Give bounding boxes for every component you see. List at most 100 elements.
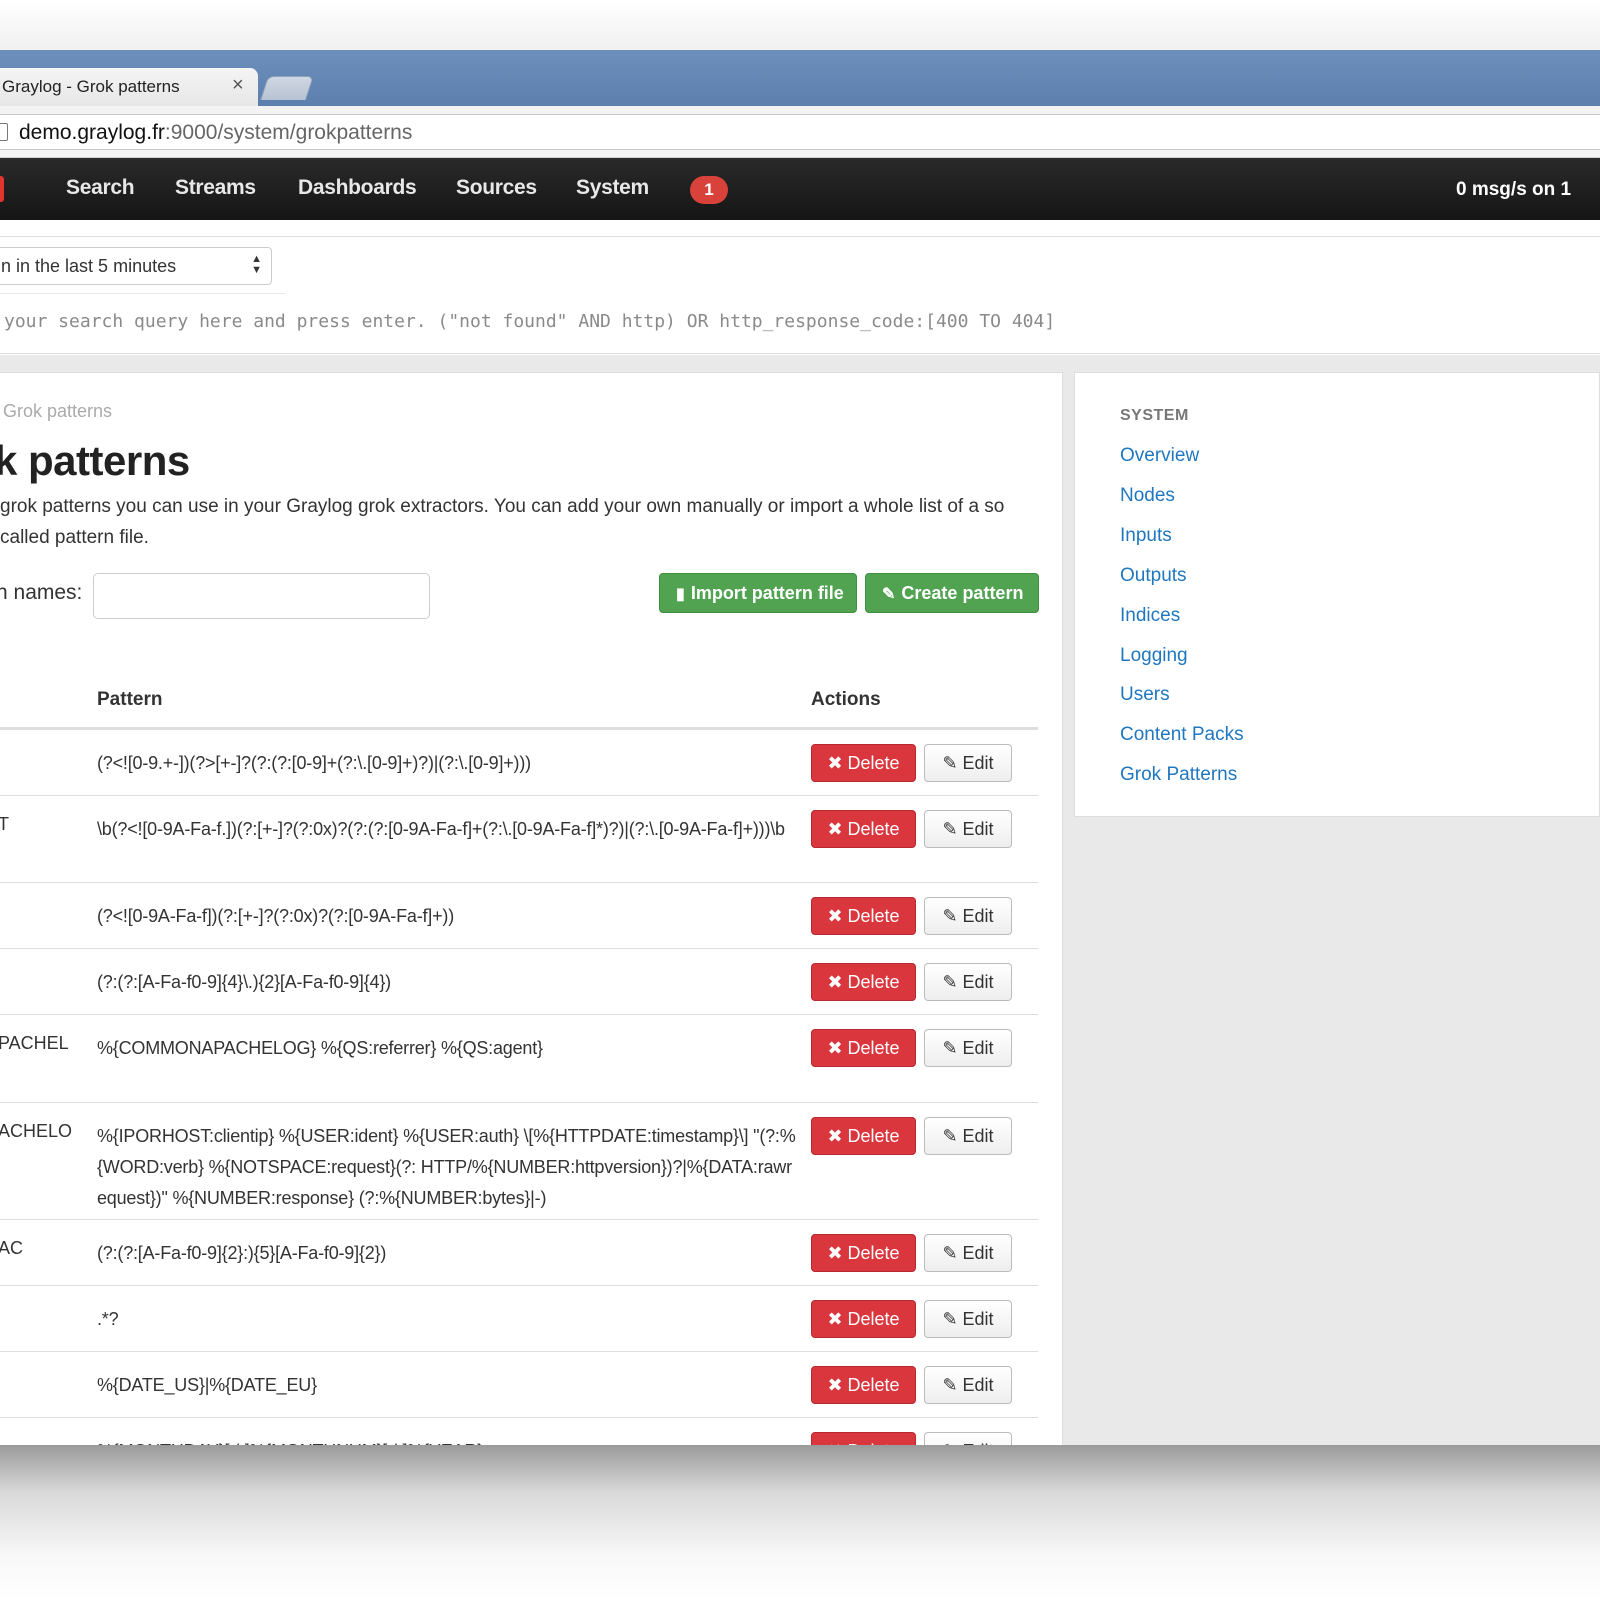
pattern-value: \b(?<![0-9A-Fa-f.])(?:[+-]?(?:0x)?(?:(?:… xyxy=(97,819,785,839)
pattern-name: T xyxy=(0,814,9,835)
brand-logo[interactable] xyxy=(0,176,4,202)
pattern-name: PACHEL xyxy=(0,1033,69,1053)
pattern-value: .*? xyxy=(97,1309,119,1329)
table-row: .*? ✖ Delete ✎ Edit xyxy=(0,1285,1038,1351)
url-field[interactable]: demo.graylog.fr:9000/system/grokpatterns xyxy=(0,114,1600,150)
edit-button[interactable]: ✎ Edit xyxy=(924,1029,1012,1067)
browser-tabstrip: Graylog - Grok patterns × xyxy=(0,50,1600,108)
sidebar-link-logging[interactable]: Logging xyxy=(1120,645,1188,667)
column-header-pattern[interactable]: Pattern xyxy=(97,689,162,711)
delete-button[interactable]: ✖ Delete xyxy=(811,963,916,1001)
table-row: ACHELO %{IPORHOST:clientip} %{USER:ident}… xyxy=(0,1102,1038,1219)
edit-button[interactable]: ✎ Edit xyxy=(924,897,1012,935)
pattern-value: (?<![0-9A-Fa-f])(?:[+-]?(?:0x)?(?:[0-9A-… xyxy=(97,906,455,926)
delete-button[interactable]: ✖ Delete xyxy=(811,1029,916,1067)
sidebar-link-content-packs[interactable]: Content Packs xyxy=(1120,724,1244,746)
sidebar-link-indices[interactable]: Indices xyxy=(1120,605,1180,627)
nav-sources[interactable]: Sources xyxy=(456,176,537,200)
table-row: (?:(?:[A-Fa-f0-9]{4}\.){2}[A-Fa-f0-9]{4}… xyxy=(0,948,1038,1014)
sidebar-link-inputs[interactable]: Inputs xyxy=(1120,525,1172,547)
sidebar-link-overview[interactable]: Overview xyxy=(1120,445,1199,467)
throughput-indicator[interactable]: 0 msg/s on 1 xyxy=(1456,179,1571,201)
tab-close-icon[interactable]: × xyxy=(232,74,244,97)
edit-icon: ✎ xyxy=(882,586,896,603)
table-row: PACHEL %{COMMONAPACHELOG} %{QS:referrer} … xyxy=(0,1014,1038,1102)
table-row: (?<![0-9A-Fa-f])(?:[+-]?(?:0x)?(?:[0-9A-… xyxy=(0,882,1038,948)
search-bar: n in the last 5 minutes ▲ ▼ your search q… xyxy=(0,236,1600,354)
close-icon: ✖ xyxy=(827,819,848,839)
file-icon: ▮ xyxy=(676,586,685,603)
table-row: %{MONTHDAY}[./-]%{MONTHNUM}[./-]%{YEAR} ✖… xyxy=(0,1417,1038,1445)
page-title: k patterns xyxy=(0,437,190,484)
close-icon: ✖ xyxy=(827,906,848,926)
filter-label: n names: xyxy=(0,581,83,604)
backdrop-top xyxy=(0,0,1600,50)
pattern-value: %{DATE_US}|%{DATE_EU} xyxy=(97,1375,317,1395)
sidebar-link-nodes[interactable]: Nodes xyxy=(1120,485,1175,507)
edit-icon: ✎ xyxy=(942,1309,963,1329)
top-navbar: Search Streams Dashboards Sources System… xyxy=(0,158,1600,220)
nav-dashboards[interactable]: Dashboards xyxy=(298,176,417,200)
delete-button[interactable]: ✖ Delete xyxy=(811,1300,916,1338)
edit-icon: ✎ xyxy=(942,972,963,992)
close-icon: ✖ xyxy=(827,753,848,773)
edit-button[interactable]: ✎ Edit xyxy=(924,744,1012,782)
pattern-name: ACHELO xyxy=(0,1121,73,1141)
screenshot: Graylog - Grok patterns × demo.graylog.f… xyxy=(0,0,1600,1600)
time-range-select[interactable]: n in the last 5 minutes ▲ ▼ xyxy=(0,247,272,285)
url-path: :9000/system/grokpatterns xyxy=(164,121,413,144)
filter-names-input[interactable] xyxy=(93,573,430,619)
breadcrumb[interactable]: Grok patterns xyxy=(3,401,112,422)
system-sidebar: SYSTEM Overview Nodes Inputs Outputs Ind… xyxy=(1074,372,1600,817)
table-row: AC (?:(?:[A-Fa-f0-9]{2}:){5}[A-Fa-f0-9]{2… xyxy=(0,1219,1038,1285)
edit-icon: ✎ xyxy=(942,819,963,839)
close-icon: ✖ xyxy=(827,1038,848,1058)
divider xyxy=(0,293,285,294)
column-header-actions: Actions xyxy=(811,689,881,710)
delete-button[interactable]: ✖ Delete xyxy=(811,744,916,782)
time-range-value: n in the last 5 minutes xyxy=(1,256,177,276)
edit-icon: ✎ xyxy=(942,906,963,926)
edit-button[interactable]: ✎ Edit xyxy=(924,1300,1012,1338)
url-host: demo.graylog.fr:9000/system/grokpatterns xyxy=(19,121,413,144)
new-tab-button[interactable] xyxy=(260,76,314,100)
pattern-value: %{COMMONAPACHELOG} %{QS:referrer} %{QS:a… xyxy=(97,1038,543,1058)
backdrop-bottom xyxy=(0,1445,1600,1600)
browser-tab[interactable]: Graylog - Grok patterns × xyxy=(0,68,258,108)
table-row: T \b(?<![0-9A-Fa-f.])(?:[+-]?(?:0x)?(?:(?… xyxy=(0,795,1038,882)
main-panel: Grok patterns k patterns grok patterns y… xyxy=(0,372,1063,1445)
delete-button[interactable]: ✖ Delete xyxy=(811,810,916,848)
delete-button[interactable]: ✖ Delete xyxy=(811,1234,916,1272)
sidebar-link-users[interactable]: Users xyxy=(1120,684,1170,706)
import-pattern-file-button[interactable]: ▮ Import pattern file xyxy=(659,573,857,613)
page-description: grok patterns you can use in your Graylo… xyxy=(0,496,1005,548)
sidebar-link-outputs[interactable]: Outputs xyxy=(1120,565,1187,587)
delete-button[interactable]: ✖ Delete xyxy=(811,897,916,935)
edit-button[interactable]: ✎ Edit xyxy=(924,1234,1012,1272)
delete-button[interactable]: ✖ Delete xyxy=(811,1432,916,1445)
nav-streams[interactable]: Streams xyxy=(175,176,256,200)
edit-icon: ✎ xyxy=(942,1038,963,1058)
sidebar-link-grok-patterns[interactable]: Grok Patterns xyxy=(1120,764,1237,786)
nav-system[interactable]: System xyxy=(576,176,649,200)
page-icon xyxy=(0,123,8,141)
pattern-value: (?<![0-9.+-])(?>[+-]?(?:(?:[0-9]+(?:\.[0… xyxy=(97,753,531,773)
edit-icon: ✎ xyxy=(942,1126,963,1146)
edit-icon: ✎ xyxy=(942,1243,963,1263)
edit-button[interactable]: ✎ Edit xyxy=(924,1117,1012,1155)
edit-icon: ✎ xyxy=(942,753,963,773)
browser-addressbar: demo.graylog.fr:9000/system/grokpatterns xyxy=(0,106,1600,158)
notification-badge[interactable]: 1 xyxy=(690,176,728,204)
search-query-input[interactable]: your search query here and press enter. … xyxy=(4,311,1055,332)
delete-button[interactable]: ✖ Delete xyxy=(811,1366,916,1404)
sidebar-heading: SYSTEM xyxy=(1120,407,1189,424)
close-icon: ✖ xyxy=(827,972,848,992)
edit-button[interactable]: ✎ Edit xyxy=(924,1432,1012,1445)
create-pattern-button[interactable]: ✎ Create pattern xyxy=(865,573,1039,613)
edit-button[interactable]: ✎ Edit xyxy=(924,1366,1012,1404)
edit-button[interactable]: ✎ Edit xyxy=(924,810,1012,848)
delete-button[interactable]: ✖ Delete xyxy=(811,1117,916,1155)
edit-button[interactable]: ✎ Edit xyxy=(924,963,1012,1001)
nav-search[interactable]: Search xyxy=(66,176,135,200)
close-icon: ✖ xyxy=(827,1375,848,1395)
